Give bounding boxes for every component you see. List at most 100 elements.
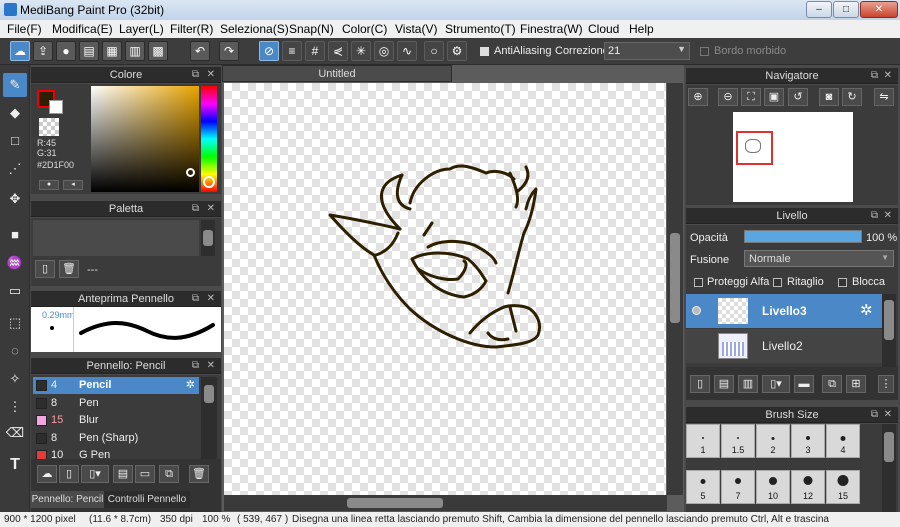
shape-tool-icon[interactable]: □ [3,129,27,153]
canvas-tab[interactable]: Untitled [222,65,452,82]
close-icon[interactable]: ✕ [207,67,215,83]
correzione-select[interactable]: 21 ▼ [604,42,690,60]
fill-rect-tool-icon[interactable]: ■ [3,223,27,247]
color-saturation-picker[interactable] [91,86,199,192]
popout-icon[interactable]: ⧉ [871,208,878,224]
transparent-swatch[interactable] [39,118,59,136]
move-tool-icon[interactable]: ✥ [3,187,27,211]
select-pen-tool-icon[interactable]: ⋮ [3,395,27,419]
palette-new-icon[interactable]: ▯ [35,260,55,278]
brush-new-icon[interactable]: ▯ [59,465,79,483]
brush-cloud-download-icon[interactable]: ☁ [37,465,57,483]
gear-icon[interactable]: ✲ [186,377,195,394]
menu-modifica[interactable]: Modifica(E) [52,22,113,36]
snap-radial-icon[interactable]: ✳ [351,41,371,61]
hue-slider[interactable] [201,86,217,192]
new-layer-icon[interactable]: ▯ [690,375,710,393]
popout-icon[interactable]: ⧉ [192,201,199,217]
brush-tool-icon[interactable]: ✎ [3,73,27,97]
drawing-canvas[interactable] [224,83,666,495]
select-eraser-tool-icon[interactable]: ⌫ [3,421,27,445]
menu-filter[interactable]: Filter(R) [170,22,213,36]
maximize-button[interactable]: □ [833,1,859,18]
snap-curve-icon[interactable]: ∿ [397,41,417,61]
menu-layer[interactable]: Layer(L) [119,22,164,36]
close-icon[interactable]: ✕ [884,208,892,224]
flip-icon[interactable]: ⇋ [874,88,894,106]
menu-snap[interactable]: Snap(N) [289,22,334,36]
brush-size-4[interactable]: 4 [826,424,860,458]
bordo-morbido-checkbox[interactable] [700,45,709,57]
reset-view-icon[interactable]: ◙ [819,88,839,106]
text-tool-icon[interactable]: T [3,453,27,477]
menu-cloud[interactable]: Cloud [588,22,619,36]
color-picker-handle[interactable] [186,168,195,177]
new-halftone-layer-icon[interactable]: ▤ [714,375,734,393]
rotate-left-icon[interactable]: ↺ [788,88,808,106]
brush-size-2[interactable]: 2 [756,424,790,458]
brush-size-scrollbar[interactable] [882,424,896,512]
brush-item-pen[interactable]: 8 Pen [33,395,199,412]
brush-size-1[interactable]: 1 [686,424,720,458]
tab-brush-controls[interactable]: Controlli Pennello [104,491,190,508]
close-icon[interactable]: ✕ [207,201,215,217]
minimize-button[interactable]: – [806,1,832,18]
menu-vista[interactable]: Vista(V) [395,22,437,36]
background-color-swatch[interactable] [49,100,63,114]
brush-size-10[interactable]: 10 [756,470,790,504]
brush-delete-icon[interactable]: 🗑 [189,465,209,483]
palette-delete-icon[interactable]: 🗑 [59,260,79,278]
zoom-in-icon[interactable]: ⊕ [688,88,708,106]
document-icon[interactable]: ▦ [102,41,122,61]
palette-scrollbar[interactable] [201,220,215,256]
menu-seleziona[interactable]: Seleziona(S) [220,22,289,36]
menu-help[interactable]: Help [629,22,654,36]
blocca-checkbox[interactable] [838,276,847,288]
brush-size-1-5[interactable]: 1.5 [721,424,755,458]
menu-file[interactable]: File(F) [7,22,42,36]
popout-icon[interactable]: ⧉ [192,67,199,83]
fit-screen-icon[interactable]: ⛶ [741,88,761,106]
magic-wand-tool-icon[interactable]: ✧ [3,367,27,391]
actual-size-icon[interactable]: ▣ [764,88,784,106]
snap-perspective-icon[interactable]: ⋞ [328,41,348,61]
opacity-slider[interactable] [744,230,862,243]
snap-grid-icon[interactable]: # [305,41,325,61]
menu-strumento[interactable]: Strumento(T) [445,22,516,36]
list-icon[interactable]: ▥ [125,41,145,61]
brush-item-blur[interactable]: 15 Blur [33,412,199,429]
bucket-tool-icon[interactable]: ♒ [3,251,27,275]
tab-brush-list[interactable]: Pennello: Pencil [31,491,104,508]
undo-icon[interactable]: ↶ [190,41,210,61]
add-layer-dropdown-icon[interactable]: ▯▾ [762,375,790,393]
brush-item-pencil[interactable]: 4 Pencil ✲ [33,377,199,394]
gradient-tool-icon[interactable]: ▭ [3,279,27,303]
hue-slider-handle[interactable] [203,176,215,188]
color-swap-button[interactable]: ◂ [63,180,83,190]
chat-icon[interactable]: ▤ [79,41,99,61]
blend-mode-select[interactable]: Normale ▼ [744,250,894,267]
snap-circle-icon[interactable]: ◎ [374,41,394,61]
ritaglio-checkbox[interactable] [773,276,782,288]
lasso-tool-icon[interactable]: ◌ [3,339,27,363]
canvas-vertical-scrollbar[interactable] [667,83,683,495]
cloud-icon[interactable]: ☁ [10,41,30,61]
brush-size-12[interactable]: 12 [791,470,825,504]
eraser-tool-icon[interactable]: ◆ [3,101,27,125]
popout-icon[interactable]: ⧉ [192,358,199,374]
brush-add-dropdown-icon[interactable]: ▯▾ [81,465,109,483]
rotate-right-icon[interactable]: ↻ [842,88,862,106]
color-add-button[interactable]: ● [39,180,59,190]
canvas-horizontal-scrollbar[interactable] [224,495,667,511]
redo-icon[interactable]: ↷ [219,41,239,61]
layer-row-livello2[interactable]: Livello2 [686,329,882,363]
close-icon[interactable]: ✕ [884,407,892,423]
new-1bit-layer-icon[interactable]: ▥ [738,375,758,393]
layer-list-scrollbar[interactable] [882,294,896,374]
close-icon[interactable]: ✕ [207,358,215,374]
popout-icon[interactable]: ⧉ [871,68,878,84]
brush-size-15[interactable]: 15 [826,470,860,504]
brush-item-g-pen[interactable]: 10 G Pen [33,447,199,459]
brush-duplicate-icon[interactable]: ⧉ [159,465,179,483]
brush-item-pen-sharp[interactable]: 8 Pen (Sharp) [33,430,199,447]
